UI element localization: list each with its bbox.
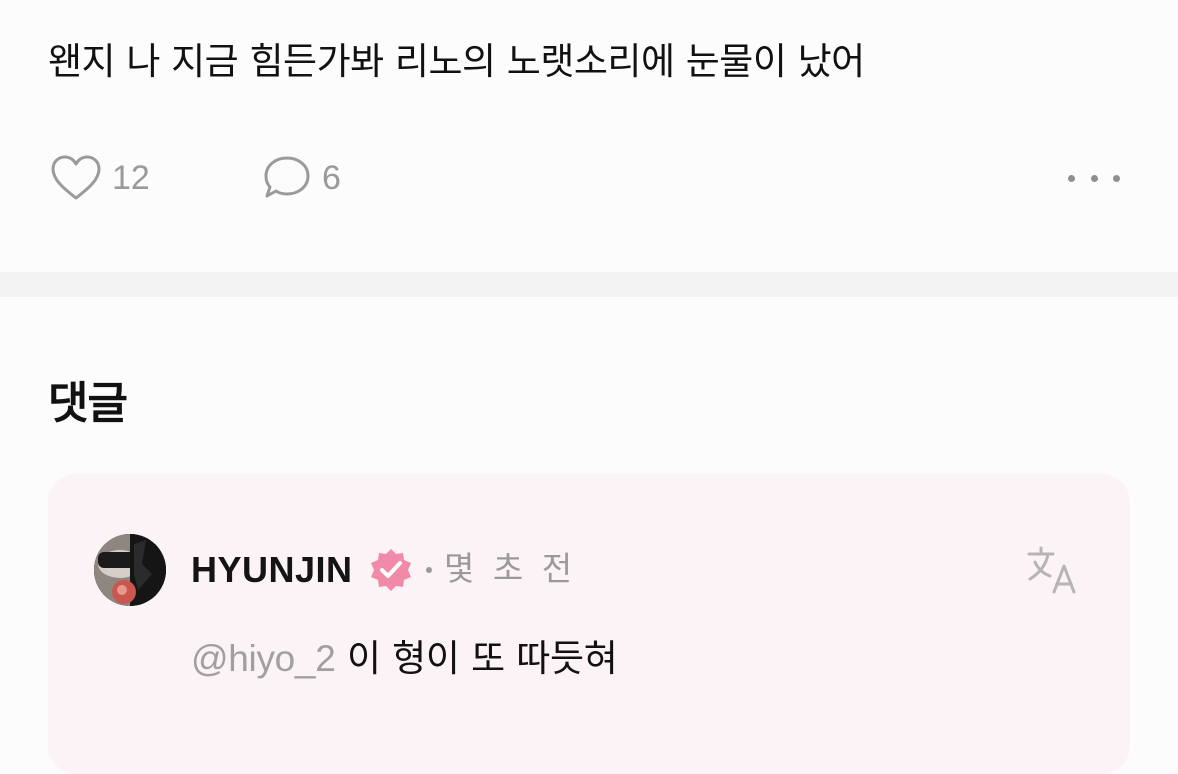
comment-button[interactable]: 6 <box>262 154 341 202</box>
comments-heading: 댓글 <box>48 378 128 429</box>
comment-count: 6 <box>322 158 341 197</box>
comment-text: 이 형이 또 따듯혀 <box>335 637 618 680</box>
comment-username[interactable]: HYUNJIN <box>191 548 353 592</box>
like-count: 12 <box>112 158 150 197</box>
speech-bubble-icon <box>262 154 312 202</box>
translate-icon[interactable] <box>1026 544 1080 598</box>
comment-timestamp: 몇 초 전 <box>444 549 577 588</box>
section-divider <box>0 272 1178 297</box>
more-horizontal-icon <box>1068 174 1075 182</box>
heart-outline-icon <box>50 154 102 202</box>
separator-dot <box>426 567 432 573</box>
post-container: 왠지 나 지금 힘든가봐 리노의 노랫소리에 눈물이 났어 12 6 <box>0 0 1178 272</box>
comment-card: HYUNJIN 몇 초 전 @hiyo_2 이 형이 또 따듯혀 <box>48 474 1130 774</box>
more-options-button[interactable] <box>1062 160 1126 196</box>
post-text: 왠지 나 지금 힘든가봐 리노의 노랫소리에 눈물이 났어 <box>48 40 865 83</box>
verified-badge-icon <box>368 547 414 593</box>
like-button[interactable]: 12 <box>50 154 150 202</box>
mention-link[interactable]: @hiyo_2 <box>191 638 336 679</box>
avatar[interactable] <box>94 534 166 606</box>
comment-body: @hiyo_2 이 형이 또 따듯혀 <box>191 634 618 684</box>
